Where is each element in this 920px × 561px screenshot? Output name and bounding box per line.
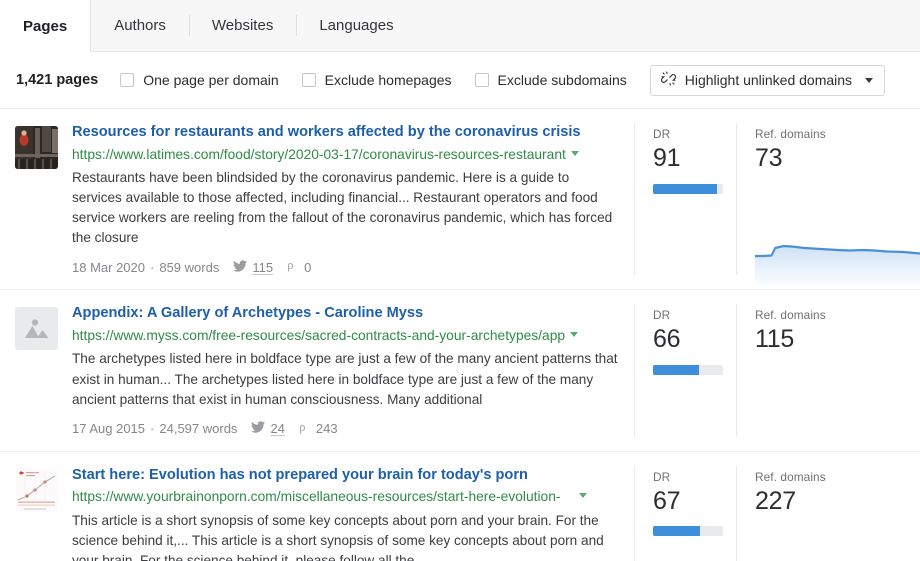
broken-link-icon xyxy=(660,71,676,89)
pinterest-icon: ρ xyxy=(287,259,299,275)
result-date: 18 Mar 2020 xyxy=(72,259,145,275)
results-list: Resources for restaurants and workers af… xyxy=(0,109,920,561)
checkbox-label: Exclude subdomains xyxy=(497,72,627,88)
photo-thumbnail xyxy=(15,126,58,169)
image-placeholder-icon xyxy=(15,307,58,351)
dr-value: 66 xyxy=(653,325,681,354)
pinterest-count: 243 xyxy=(315,421,338,437)
dr-progress-bar xyxy=(653,364,723,375)
checkbox-exclude-homepages[interactable]: Exclude homepages xyxy=(301,72,452,88)
table-row: Start here: Evolution has not prepared y… xyxy=(0,452,920,561)
tab-languages-label: Languages xyxy=(319,17,394,34)
dr-column: DR 91 xyxy=(634,123,736,276)
chevron-down-icon[interactable] xyxy=(570,150,579,156)
twitter-count[interactable]: 115 xyxy=(252,260,273,275)
dr-label: DR xyxy=(653,308,671,323)
result-meta: 18 Mar 2020 · 859 words 115 ρ 0 xyxy=(72,259,618,275)
result-wordcount: 24,597 words xyxy=(159,421,238,437)
refdomains-value: 227 xyxy=(755,486,796,515)
dr-label: DR xyxy=(653,469,671,484)
pinterest-shares[interactable]: ρ 243 xyxy=(299,420,338,437)
twitter-shares[interactable]: 24 xyxy=(251,421,285,436)
result-url[interactable]: https://www.myss.com/free-resources/sacr… xyxy=(72,326,565,345)
pages-count: 1,421 pages xyxy=(16,72,99,88)
result-url-line: https://www.latimes.com/food/story/2020-… xyxy=(72,145,618,164)
twitter-icon xyxy=(233,260,248,275)
checkbox-box[interactable] xyxy=(120,73,135,87)
chevron-down-icon xyxy=(865,77,874,83)
pinterest-count: 0 xyxy=(304,259,312,275)
dr-label: DR xyxy=(653,127,671,141)
refdomains-value: 73 xyxy=(755,144,783,172)
result-url[interactable]: https://www.yourbrainonporn.com/miscella… xyxy=(72,487,560,506)
svg-text:ρ: ρ xyxy=(287,259,293,272)
highlight-unlinked-domains-button[interactable]: Highlight unlinked domains xyxy=(649,64,886,96)
tab-authors-label: Authors xyxy=(114,17,166,34)
refdomains-label: Ref. domains xyxy=(755,127,826,141)
tab-languages[interactable]: Languages xyxy=(296,0,416,51)
result-title-link[interactable]: Start here: Evolution has not prepared y… xyxy=(72,466,618,486)
highlight-button-label: Highlight unlinked domains xyxy=(684,72,853,88)
dr-progress-bar xyxy=(653,526,723,537)
dr-column: DR 66 xyxy=(634,304,736,437)
thumbnail-cell xyxy=(0,304,72,436)
result-description: This article is a short synopsis of some… xyxy=(72,512,604,561)
dr-value: 91 xyxy=(653,144,681,172)
svg-text:ρ: ρ xyxy=(299,421,305,434)
dr-column: DR 67 xyxy=(634,465,736,561)
refdomains-sparkline xyxy=(755,237,920,290)
result-title-link[interactable]: Resources for restaurants and workers af… xyxy=(72,123,618,143)
tab-bar: Pages Authors Websites Languages xyxy=(0,0,920,52)
twitter-icon xyxy=(251,421,266,436)
tab-websites-label: Websites xyxy=(211,17,274,34)
refdomains-column: Ref. domains 73 xyxy=(736,123,920,290)
result-wordcount: 859 words xyxy=(159,259,220,275)
tab-pages-label: Pages xyxy=(23,17,68,35)
pinterest-icon: ρ xyxy=(299,420,311,437)
checkbox-box[interactable] xyxy=(301,73,316,87)
dr-value: 67 xyxy=(653,486,681,515)
tab-websites[interactable]: Websites xyxy=(188,0,296,51)
refdomains-value: 115 xyxy=(755,325,794,354)
thumbnail-cell xyxy=(0,123,72,275)
twitter-shares[interactable]: 115 xyxy=(233,260,273,275)
checkbox-label: One page per domain xyxy=(143,72,279,88)
result-url-line: https://www.myss.com/free-resources/sacr… xyxy=(72,326,618,345)
result-description: Restaurants have been blindsided by the … xyxy=(72,170,613,246)
meta-separator: · xyxy=(150,421,155,437)
checkbox-label: Exclude homepages xyxy=(324,72,452,88)
result-meta: 17 Aug 2015 · 24,597 words 24 ρ 243 xyxy=(72,420,618,437)
chevron-down-icon[interactable] xyxy=(579,493,588,499)
checkbox-one-page-per-domain[interactable]: One page per domain xyxy=(120,72,279,88)
result-description: The archetypes listed here in boldface t… xyxy=(72,351,618,407)
tab-pages[interactable]: Pages xyxy=(0,0,92,52)
chevron-down-icon[interactable] xyxy=(570,332,579,338)
pinterest-shares[interactable]: ρ 0 xyxy=(287,259,311,275)
twitter-count[interactable]: 24 xyxy=(270,421,284,436)
table-row: Resources for restaurants and workers af… xyxy=(0,109,920,291)
checkbox-box[interactable] xyxy=(474,73,489,87)
result-url-line: https://www.yourbrainonporn.com/miscella… xyxy=(72,487,618,506)
checkbox-exclude-subdomains[interactable]: Exclude subdomains xyxy=(474,72,627,88)
dr-progress-bar xyxy=(653,183,723,194)
result-content: Resources for restaurants and workers af… xyxy=(72,123,634,275)
refdomains-label: Ref. domains xyxy=(755,469,826,484)
result-content: Appendix: A Gallery of Archetypes - Caro… xyxy=(72,304,634,436)
refdomains-column: Ref. domains 227 xyxy=(736,465,920,561)
result-date: 17 Aug 2015 xyxy=(72,421,146,437)
meta-separator: · xyxy=(150,259,155,275)
result-url[interactable]: https://www.latimes.com/food/story/2020-… xyxy=(72,145,566,164)
filter-bar: 1,421 pages One page per domain Exclude … xyxy=(0,52,920,109)
thumbnail-cell xyxy=(0,466,72,561)
refdomains-label: Ref. domains xyxy=(755,308,826,323)
tab-authors[interactable]: Authors xyxy=(91,0,189,51)
result-title-link[interactable]: Appendix: A Gallery of Archetypes - Caro… xyxy=(72,304,618,324)
chart-thumbnail xyxy=(15,468,58,512)
refdomains-column: Ref. domains 115 xyxy=(736,304,920,437)
table-row: Appendix: A Gallery of Archetypes - Caro… xyxy=(0,290,920,452)
result-content: Start here: Evolution has not prepared y… xyxy=(72,466,634,561)
